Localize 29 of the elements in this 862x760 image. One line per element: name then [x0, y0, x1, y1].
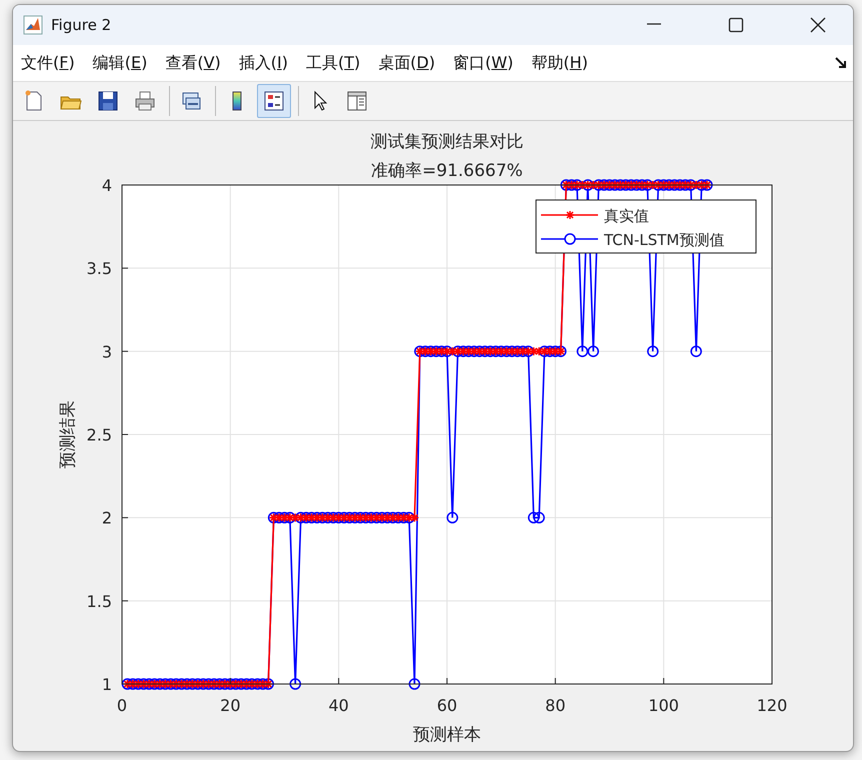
menu-item[interactable]: 桌面(D)	[378, 52, 436, 74]
tick-label: 4	[102, 176, 112, 195]
menu-item[interactable]: 文件(F)	[21, 52, 75, 74]
menu-item[interactable]: 帮助(H)	[531, 52, 588, 74]
axis-label: 预测样本	[413, 725, 481, 745]
legend-label: TCN-LSTM预测值	[604, 231, 724, 249]
tick-label: 2	[102, 508, 112, 528]
legend-label: 真实值	[604, 207, 649, 225]
menu-item[interactable]: 查看(V)	[165, 52, 221, 74]
tick-label: 1.5	[86, 592, 112, 611]
tick-label: 40	[328, 696, 349, 715]
chart-title: 测试集预测结果对比	[370, 132, 524, 152]
menu-item[interactable]: 窗口(W)	[453, 52, 514, 74]
tick-label: 2.5	[86, 426, 112, 444]
tick-label: 0	[116, 696, 128, 715]
tick-label: 120	[756, 696, 788, 715]
tick-label: 80	[545, 696, 566, 715]
window-title: Figure 2	[51, 16, 112, 34]
menu-item[interactable]: 编辑(E)	[92, 52, 148, 74]
axis-label: 预测结果	[58, 400, 78, 468]
tick-label: 20	[220, 696, 241, 715]
menu-item[interactable]: 插入(I)	[238, 52, 288, 74]
tick-label: 60	[436, 696, 458, 715]
chart-subtitle: 准确率=91.6667%	[371, 161, 523, 181]
menu-item[interactable]: 工具(T)	[306, 52, 360, 74]
tick-label: 3.5	[86, 259, 112, 278]
tick-label: 1	[102, 675, 112, 694]
tick-label: 100	[648, 696, 679, 715]
tick-label: 3	[102, 342, 112, 362]
